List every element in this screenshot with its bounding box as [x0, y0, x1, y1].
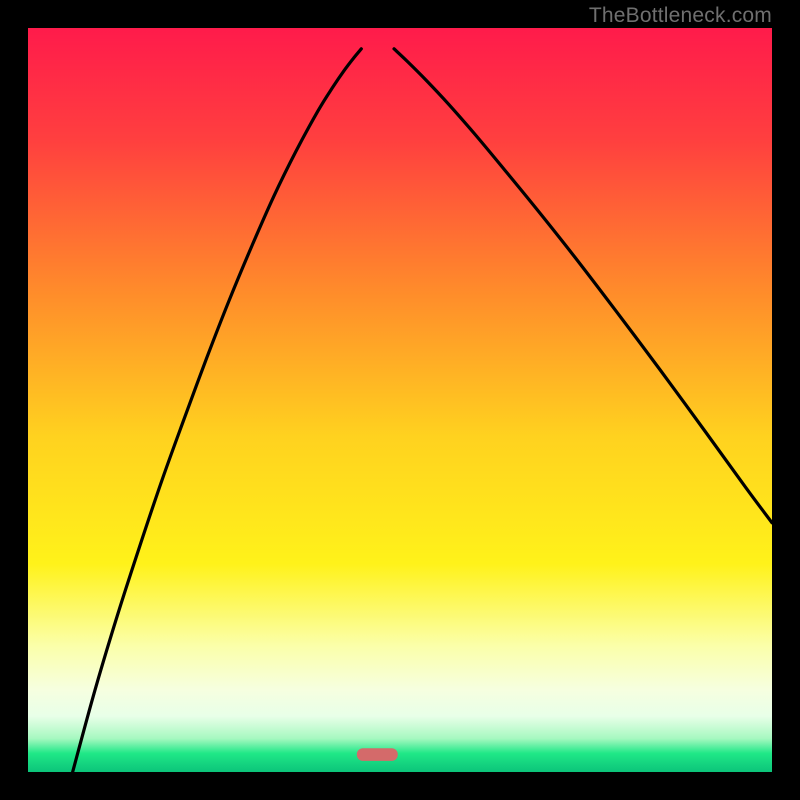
chart-svg	[28, 28, 772, 772]
watermark-text: TheBottleneck.com	[589, 4, 772, 28]
plot-area	[28, 28, 772, 772]
bottleneck-marker	[357, 748, 398, 761]
outer-black-frame: TheBottleneck.com	[0, 0, 800, 800]
gradient-background	[28, 28, 772, 772]
